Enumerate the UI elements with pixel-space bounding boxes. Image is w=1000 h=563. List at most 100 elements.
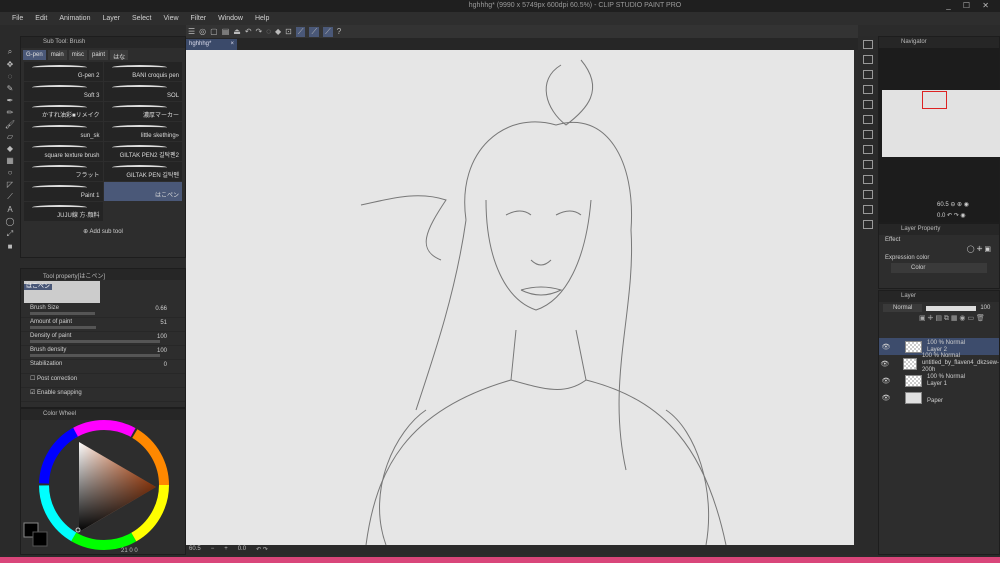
brush-item[interactable]: G-pen 2 [24, 62, 103, 81]
undo-icon[interactable]: ↶ [245, 27, 252, 36]
menu-animation[interactable]: Animation [53, 12, 96, 25]
color-wheel[interactable]: 21 0 0 [21, 420, 187, 555]
angle-readout[interactable]: 0.0 [238, 546, 246, 554]
property-value[interactable]: 0.66 [155, 306, 167, 312]
brush-tool-icon[interactable]: 🖌 [5, 120, 15, 129]
menu-edit[interactable]: Edit [29, 12, 53, 25]
correct-line-icon[interactable]: ⤢ [7, 229, 13, 239]
layer-row[interactable]: 👁 100 % Normal untitled_by_flaven4_dkzsew-… [879, 353, 999, 373]
layer-row[interactable]: 👁 Paper [879, 389, 999, 406]
panel-icon[interactable] [863, 70, 873, 79]
select-tool-icon[interactable]: ◌ [8, 72, 13, 81]
navigator-angle[interactable]: 0.0 ↶ ↷ ◉ [937, 212, 966, 219]
menu-help[interactable]: Help [249, 12, 275, 25]
panel-icon[interactable] [863, 145, 873, 154]
sub-color-swatch[interactable] [32, 531, 48, 547]
layer-row[interactable]: 👁 100 % Normal Layer 1 [879, 372, 999, 389]
canvas[interactable] [186, 50, 854, 545]
brush-item[interactable]: GILTAK PEN 길탁펜 [103, 162, 182, 181]
eye-icon[interactable]: 👁 [879, 360, 891, 368]
brush-item[interactable]: かすれ油彩■リメイク [24, 102, 103, 121]
layer-toolbar[interactable]: ▣ ⁜ ▤ ⧉ ▦ ◉ ▭ 🗑 [879, 314, 999, 338]
color-swatch-icon[interactable]: ■ [8, 242, 13, 251]
pen-tool-icon[interactable]: ✒ [7, 96, 14, 105]
menu-layer[interactable]: Layer [96, 12, 126, 25]
brush-item[interactable]: 濃厚マーカー [103, 102, 182, 121]
property-row[interactable]: Stabilization 0 [21, 360, 185, 374]
crop-icon[interactable]: ⊡ [285, 27, 292, 36]
panel-icon[interactable] [863, 190, 873, 199]
group-main[interactable]: main [47, 50, 67, 60]
window-controls[interactable]: _ ☐ ✕ [946, 1, 994, 10]
eye-icon[interactable]: 👁 [879, 343, 893, 351]
panel-icon[interactable] [863, 175, 873, 184]
brush-item[interactable]: Soft 3 [24, 82, 103, 101]
open-icon[interactable]: ▤ [222, 27, 230, 36]
panel-icon[interactable] [863, 130, 873, 139]
fill-tool-icon[interactable]: ◆ [7, 144, 13, 153]
menu-filter[interactable]: Filter [185, 12, 213, 25]
menu-window[interactable]: Window [212, 12, 249, 25]
balloon-tool-icon[interactable]: ◯ [6, 217, 15, 226]
property-value[interactable]: 51 [160, 320, 167, 326]
opacity-value[interactable]: 100 [980, 305, 990, 311]
property-slider[interactable] [30, 312, 95, 315]
navigator-zoom[interactable]: 60.5 ⊖ ⊕ ◉ [937, 201, 969, 208]
blend-mode-select[interactable]: Normal [883, 304, 923, 312]
property-row[interactable]: Brush Size 0.66 [21, 304, 185, 318]
brush-item[interactable]: little skething» [103, 122, 182, 141]
brush-item[interactable]: SOL [103, 82, 182, 101]
ruler-tool-icon[interactable]: ⟋ [7, 192, 13, 202]
zoom-readout[interactable]: 60.5 [189, 546, 201, 554]
property-slider[interactable] [30, 340, 160, 343]
eye-icon[interactable]: 👁 [879, 394, 893, 402]
panel-icon[interactable] [863, 85, 873, 94]
panel-icon[interactable] [863, 115, 873, 124]
eye-icon[interactable]: 👁 [879, 377, 893, 385]
eraser-tool-icon[interactable]: ▱ [7, 132, 13, 141]
brush-item[interactable]: BANI croquis pen [103, 62, 182, 81]
brush-item[interactable]: GILTAK PEN2 길탁펜2 [103, 142, 182, 161]
fill-icon[interactable]: ◆ [275, 27, 281, 36]
frame-tool-icon[interactable]: ◸ [7, 180, 13, 189]
brush-item[interactable]: Paint 1 [24, 182, 103, 201]
group-g-pen[interactable]: G-pen [23, 50, 46, 60]
opacity-slider[interactable] [926, 305, 977, 311]
clip-studio-icon[interactable]: ◎ [199, 27, 206, 36]
expression-color-select[interactable]: Color [891, 263, 987, 273]
add-sub-tool-button[interactable]: ⊕ Add sub tool [21, 221, 185, 235]
property-row[interactable]: Density of paint 100 [21, 332, 185, 346]
menu-icon[interactable]: ☰ [188, 27, 195, 36]
group-hana[interactable]: はな [110, 50, 129, 61]
zoom-in-icon[interactable]: + [224, 546, 228, 554]
stabilize-icon[interactable]: ⟋ [295, 26, 306, 37]
new-file-icon[interactable]: ▢ [210, 27, 218, 36]
transform-icon[interactable]: ◌ [266, 27, 271, 36]
document-tab[interactable]: hghhhg* × [186, 39, 237, 50]
help-icon[interactable]: ? [337, 27, 341, 36]
panel-icon[interactable] [863, 220, 873, 229]
brush-item[interactable]: はこペン [103, 182, 182, 201]
property-slider[interactable] [30, 354, 160, 357]
text-tool-icon[interactable]: A [7, 205, 12, 214]
snap-ruler-icon[interactable]: ⟋ [309, 26, 320, 37]
zoom-tool-icon[interactable]: ⌕ [8, 47, 12, 57]
save-icon[interactable]: ⏏ [233, 27, 241, 36]
close-tab-icon[interactable]: × [230, 41, 234, 47]
menu-view[interactable]: View [157, 12, 184, 25]
menu-file[interactable]: File [6, 12, 29, 25]
eyedropper-icon[interactable]: ✎ [7, 84, 14, 93]
post-correction-row[interactable]: ☐ Post correction [21, 374, 185, 388]
rotate-icon[interactable]: ↶ ↷ [256, 546, 268, 554]
brush-item[interactable]: フラット [24, 162, 103, 181]
figure-tool-icon[interactable]: ○ [8, 168, 13, 177]
property-row[interactable]: Brush density 100 [21, 346, 185, 360]
effect-buttons[interactable]: ◯ ⁜ ▣ [879, 245, 999, 253]
panel-icon[interactable] [863, 205, 873, 214]
navigator-preview[interactable] [882, 90, 1000, 157]
gradient-tool-icon[interactable]: ▦ [6, 156, 14, 165]
view-rectangle[interactable] [922, 91, 947, 109]
brush-item[interactable]: square texture brush [24, 142, 103, 161]
brush-item[interactable]: JUJU線 方·顔料 [24, 202, 103, 221]
property-value[interactable]: 0 [164, 362, 167, 368]
